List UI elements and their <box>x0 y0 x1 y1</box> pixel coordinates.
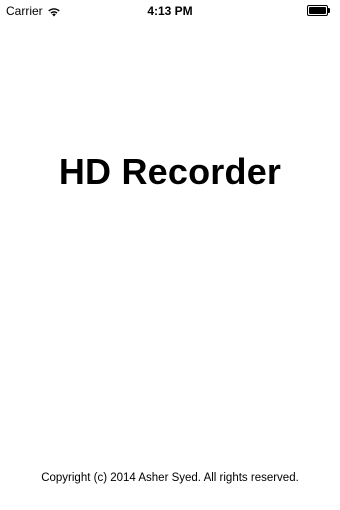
status-bar: Carrier 4:13 PM <box>0 0 340 22</box>
battery-nub <box>328 8 330 13</box>
app-title: HD Recorder <box>58 151 282 192</box>
copyright-text: Copyright (c) 2014 Asher Syed. All right… <box>41 472 299 484</box>
status-time: 4:13 PM <box>147 4 193 18</box>
battery-icon <box>307 5 330 16</box>
battery-fill <box>309 7 326 14</box>
